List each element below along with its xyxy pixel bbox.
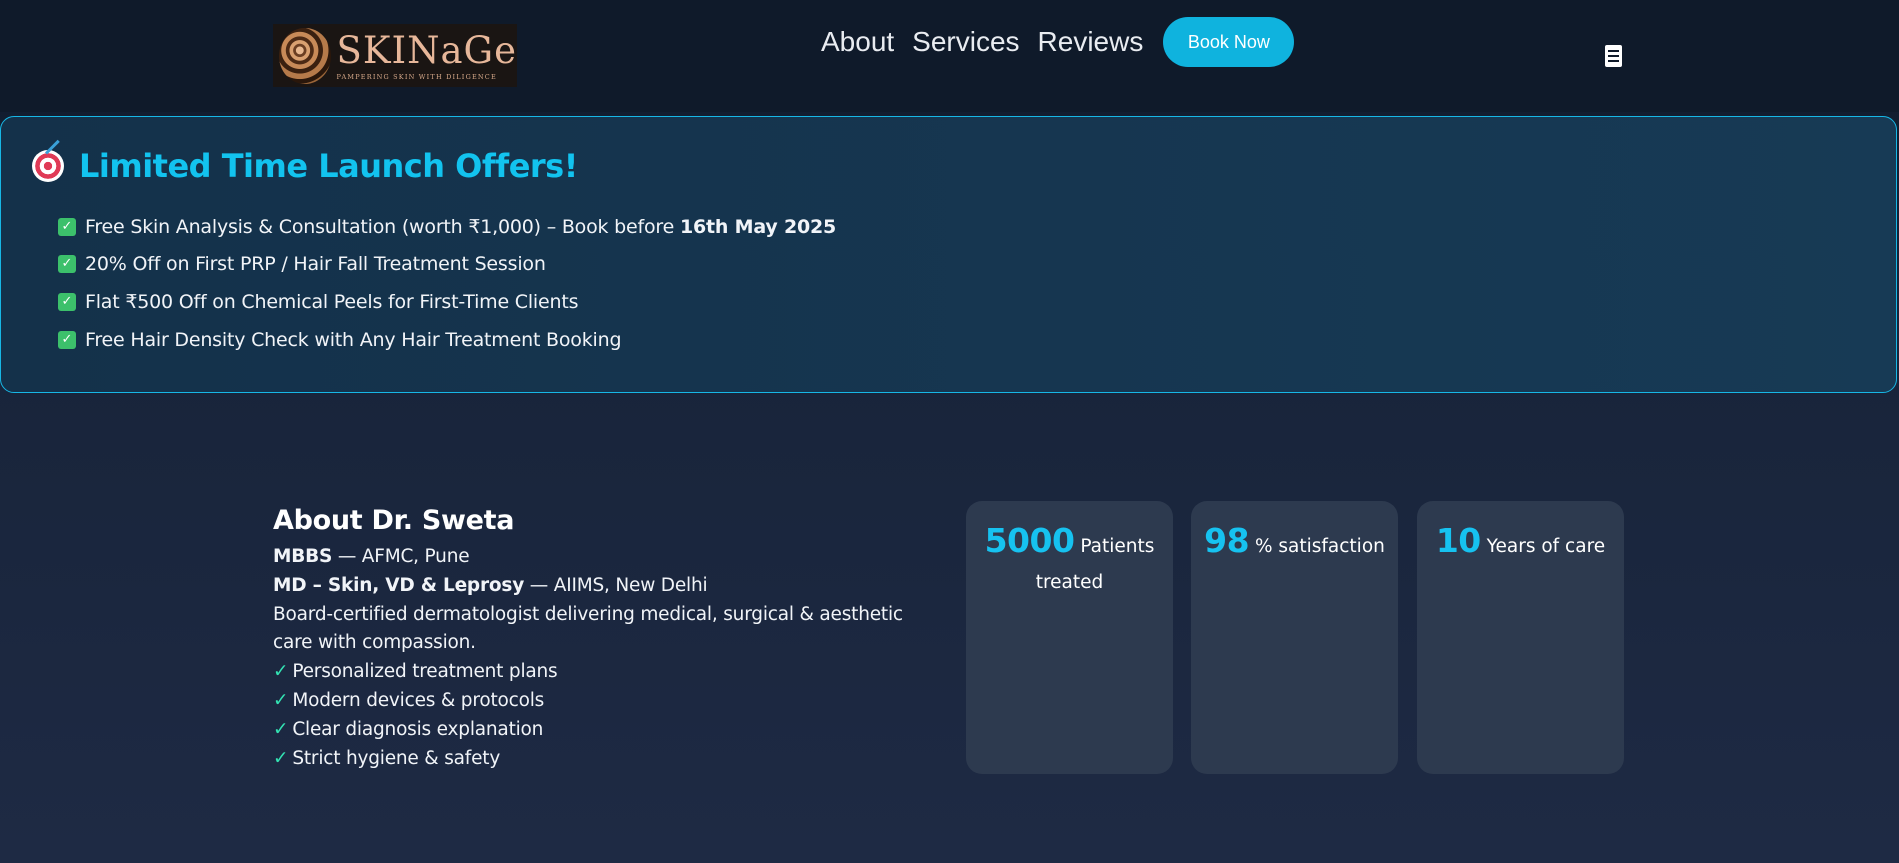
stat-content: 98 % satisfaction xyxy=(1191,501,1398,565)
main-nav: About Services Reviews Book Now xyxy=(821,17,1295,67)
point-text: Modern devices & protocols xyxy=(292,690,545,711)
hamburger-menu-icon[interactable] xyxy=(1605,45,1622,67)
logo-emblem-icon xyxy=(279,27,331,84)
point-text: Personalized treatment plans xyxy=(292,661,558,682)
stat-value: 10 xyxy=(1435,521,1481,560)
stat-card-patients: 5000 Patients treated xyxy=(966,501,1173,774)
offer-text: Flat ₹500 Off on Chemical Peels for Firs… xyxy=(85,291,579,313)
offer-item: ✓ Free Skin Analysis & Consultation (wor… xyxy=(58,214,836,240)
site-header: SKINaGe PAMPERING SKIN WITH DILIGENCE Ab… xyxy=(0,0,1899,112)
offers-heading: Limited Time Launch Offers! xyxy=(32,147,578,185)
offer-text: 20% Off on First PRP / Hair Fall Treatme… xyxy=(85,253,546,275)
offer-text: Free Hair Density Check with Any Hair Tr… xyxy=(85,329,622,351)
nav-reviews[interactable]: Reviews xyxy=(1038,22,1144,62)
institute: — AIIMS, New Delhi xyxy=(524,575,708,596)
list-item: ✓ Modern devices & protocols xyxy=(273,690,544,711)
stat-label-line2: treated xyxy=(1035,572,1104,593)
about-title: About Dr. Sweta xyxy=(273,505,515,536)
tick-icon: ✓ xyxy=(273,719,289,740)
degree: MBBS xyxy=(273,546,333,567)
degree: MD – Skin, VD & Leprosy xyxy=(273,575,525,596)
logo-tagline: PAMPERING SKIN WITH DILIGENCE xyxy=(336,72,497,81)
nav-about[interactable]: About xyxy=(821,22,894,62)
bio-line-1: Board-certified dermatologist delivering… xyxy=(273,604,903,625)
nav-services[interactable]: Services xyxy=(912,22,1019,62)
offer-item: ✓ Free Hair Density Check with Any Hair … xyxy=(58,327,622,353)
stat-content: 5000 Patients treated xyxy=(966,501,1173,601)
stat-value: 98 xyxy=(1204,521,1250,560)
check-mark-icon: ✓ xyxy=(58,293,76,311)
book-now-button[interactable]: Book Now xyxy=(1163,17,1295,67)
stat-label: Years of care xyxy=(1486,536,1606,557)
bio-line-2: care with compassion. xyxy=(273,632,476,653)
stat-content: 10 Years of care xyxy=(1417,501,1624,565)
offer-text: Free Skin Analysis & Consultation (worth… xyxy=(85,216,836,238)
stat-card-satisfaction: 98 % satisfaction xyxy=(1191,501,1398,774)
offer-item: ✓ 20% Off on First PRP / Hair Fall Treat… xyxy=(58,251,546,277)
stat-value: 5000 xyxy=(984,521,1075,560)
stat-card-years: 10 Years of care xyxy=(1417,501,1624,774)
target-dart-icon xyxy=(32,150,64,182)
logo-wordmark: SKINaGe xyxy=(336,28,517,72)
check-mark-icon: ✓ xyxy=(58,255,76,273)
check-mark-icon: ✓ xyxy=(58,331,76,349)
list-item: ✓ Clear diagnosis explanation xyxy=(273,719,543,740)
skinage-logo[interactable]: SKINaGe PAMPERING SKIN WITH DILIGENCE xyxy=(273,24,517,87)
check-mark-icon: ✓ xyxy=(58,218,76,236)
list-item: ✓ Strict hygiene & safety xyxy=(273,748,500,769)
stat-label: % satisfaction xyxy=(1254,536,1385,557)
qualification-mbbs: MBBS — AFMC, Pune xyxy=(273,546,470,567)
offer-text-main: Free Skin Analysis & Consultation (worth… xyxy=(85,216,680,238)
point-text: Strict hygiene & safety xyxy=(292,748,501,769)
point-text: Clear diagnosis explanation xyxy=(292,719,544,740)
offer-item: ✓ Flat ₹500 Off on Chemical Peels for Fi… xyxy=(58,289,578,315)
logo-text: SKINaGe PAMPERING SKIN WITH DILIGENCE xyxy=(336,28,518,81)
tick-icon: ✓ xyxy=(273,690,289,711)
list-item: ✓ Personalized treatment plans xyxy=(273,661,558,682)
tick-icon: ✓ xyxy=(273,661,289,682)
qualification-md: MD – Skin, VD & Leprosy — AIIMS, New Del… xyxy=(273,575,708,596)
stat-label: Patients xyxy=(1080,536,1155,557)
offers-title: Limited Time Launch Offers! xyxy=(79,147,578,185)
institute: — AFMC, Pune xyxy=(332,546,470,567)
tick-icon: ✓ xyxy=(273,748,289,769)
offer-deadline: 16th May 2025 xyxy=(679,216,837,238)
